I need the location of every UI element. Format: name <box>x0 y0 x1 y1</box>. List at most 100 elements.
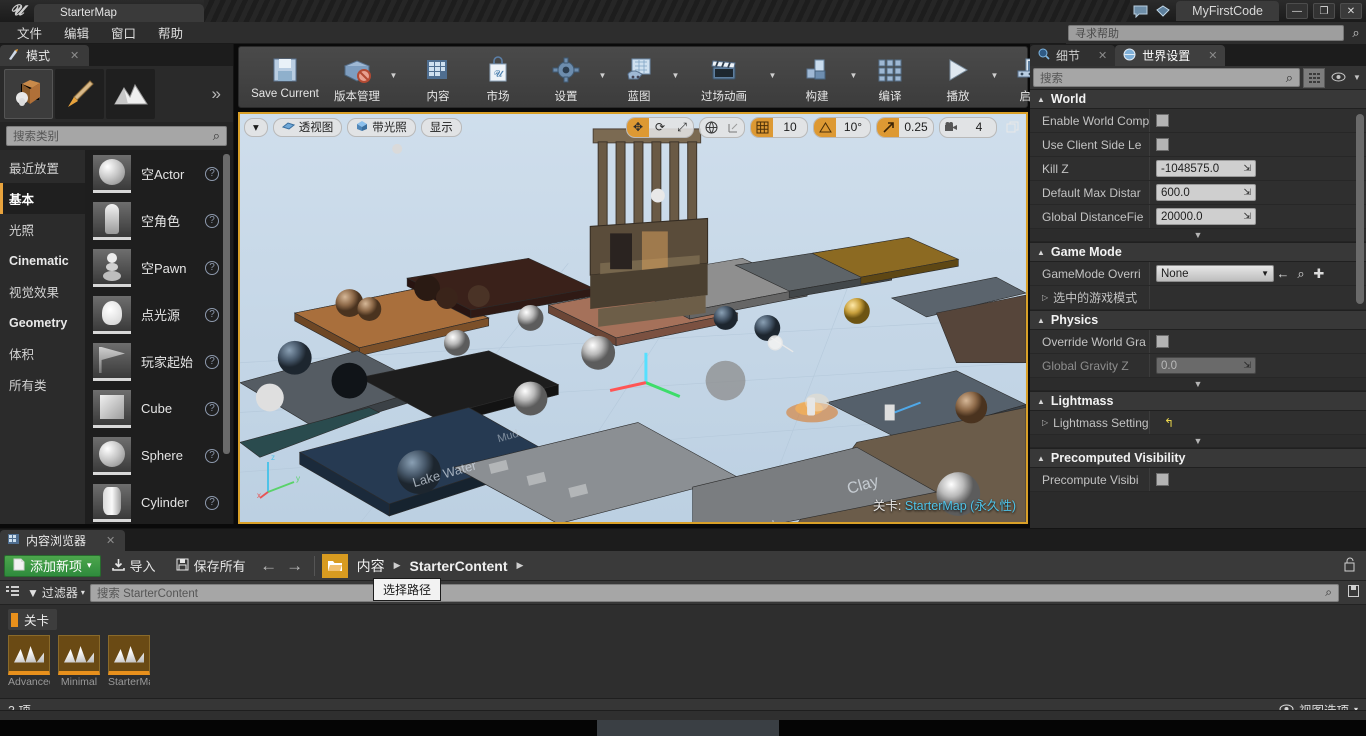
toolbar-play[interactable]: 播放 <box>928 49 988 105</box>
title-bar-drag-area[interactable] <box>204 0 1130 22</box>
section-physics[interactable]: ▲ Physics <box>1030 310 1366 330</box>
tab-modes[interactable]: 模式 ✕ <box>0 45 89 66</box>
list-item[interactable]: 玩家起始 ? <box>85 338 233 385</box>
category-lights[interactable]: 光照 <box>0 214 85 245</box>
checkbox[interactable] <box>1156 138 1169 151</box>
toolbar-marketplace[interactable]: 𝓤 市场 <box>468 49 528 105</box>
toolbar-save-current[interactable]: Save Current <box>243 49 327 105</box>
property-row[interactable]: Global Gravity Z 0.0 ⇲ <box>1030 354 1366 378</box>
viewport-show-menu-button[interactable]: 显示 <box>421 118 462 137</box>
world-coords-button[interactable] <box>700 117 722 138</box>
browse-asset-button[interactable]: ⌕ <box>1292 266 1310 282</box>
close-icon[interactable]: ✕ <box>1208 49 1217 62</box>
menu-window[interactable]: 窗口 <box>100 21 147 44</box>
chevron-down-icon[interactable]: ▼ <box>766 49 779 105</box>
save-search-icon[interactable] <box>1344 585 1362 600</box>
spinner-icon[interactable]: ⇲ <box>1243 163 1251 174</box>
translate-gizmo-button[interactable]: ✥ <box>627 117 649 138</box>
new-asset-button[interactable]: ✚ <box>1310 266 1328 282</box>
toolbar-blueprints[interactable]: 蓝图 <box>609 49 669 105</box>
property-row[interactable]: Kill Z -1048575.0 ⇲ <box>1030 157 1366 181</box>
list-item[interactable]: 点光源 ? <box>85 291 233 338</box>
toolbar-compile[interactable]: 编译 <box>860 49 920 105</box>
spinner-icon[interactable]: ⇲ <box>1243 211 1251 222</box>
breadcrumb-content[interactable]: 内容 <box>350 556 392 576</box>
content-browser-search-input[interactable]: 搜索 StarterContent ⌕ <box>90 584 1339 602</box>
toolbar-build[interactable]: 构建 <box>787 49 847 105</box>
placeable-list-scrollbar[interactable] <box>223 154 230 454</box>
section-lightmass[interactable]: ▲ Lightmass <box>1030 391 1366 411</box>
list-item[interactable]: 空角色 ? <box>85 197 233 244</box>
checkbox[interactable] <box>1156 114 1169 127</box>
category-visual-effects[interactable]: 视觉效果 <box>0 276 85 307</box>
forward-button[interactable]: → <box>283 556 307 576</box>
local-coords-button[interactable] <box>722 117 744 138</box>
property-row[interactable]: Override World Gra <box>1030 330 1366 354</box>
visibility-eye-icon[interactable] <box>1328 71 1348 85</box>
toolbar-settings[interactable]: 设置 <box>536 49 596 105</box>
chevron-down-icon[interactable]: ▼ <box>387 49 400 105</box>
section-world[interactable]: ▲ World <box>1030 89 1366 109</box>
help-icon[interactable]: ? <box>205 308 219 322</box>
add-new-button[interactable]: 添加新项 ▾ <box>4 555 101 577</box>
viewport-view-mode-button[interactable]: 带光照 <box>347 118 416 137</box>
details-scrollbar[interactable] <box>1356 114 1364 304</box>
grid-icon[interactable] <box>751 117 773 138</box>
section-precomputed-visibility[interactable]: ▲ Precomputed Visibility <box>1030 448 1366 468</box>
help-search-input[interactable]: 寻求帮助 <box>1068 25 1344 41</box>
chat-bubble-icon[interactable] <box>1130 2 1150 20</box>
menu-help[interactable]: 帮助 <box>147 21 194 44</box>
list-item[interactable]: Cylinder ? <box>85 479 233 524</box>
property-matrix-icon[interactable] <box>1303 68 1325 88</box>
scale-gizmo-button[interactable]: ⤢ <box>671 117 693 138</box>
gamemode-override-dropdown[interactable]: None ▼ <box>1156 265 1274 282</box>
category-cinematic[interactable]: Cinematic <box>0 245 85 276</box>
category-geometry[interactable]: Geometry <box>0 307 85 338</box>
modes-search-input[interactable]: 搜索类别 ⌕ <box>6 126 227 146</box>
unlocked-icon[interactable] <box>1343 557 1362 575</box>
property-row[interactable]: GameMode Overri None ▼ ← ⌕ ✚ <box>1030 262 1366 286</box>
grid-snap-value[interactable]: 10 <box>773 117 807 138</box>
tab-content-browser[interactable]: 内容浏览器 ✕ <box>0 530 125 551</box>
save-all-button[interactable]: 保存所有 <box>167 555 255 577</box>
asset-tile[interactable]: StarterMap <box>108 635 150 688</box>
help-icon[interactable]: ? <box>205 214 219 228</box>
chevron-down-icon[interactable]: ▼ <box>988 49 1001 105</box>
section-game-mode[interactable]: ▲ Game Mode <box>1030 242 1366 262</box>
breadcrumb-startercontent[interactable]: StarterContent <box>403 558 515 574</box>
breadcrumb-separator-icon[interactable]: ▶ <box>517 560 524 571</box>
expand-modes-icon[interactable]: » <box>212 84 229 104</box>
list-item[interactable]: Cube ? <box>85 385 233 432</box>
close-icon[interactable]: ✕ <box>1098 49 1107 62</box>
level-viewport[interactable]: Lake Water Clay Brick Beveled Clay Mud M… <box>238 112 1028 524</box>
global-distancefield-input[interactable]: 20000.0 ⇲ <box>1156 208 1256 225</box>
expand-physics-section[interactable]: ▼ <box>1030 378 1366 391</box>
import-button[interactable]: 导入 <box>103 555 165 577</box>
default-max-distance-input[interactable]: 600.0 ⇲ <box>1156 184 1256 201</box>
asset-tile[interactable]: Advanced <box>8 635 50 688</box>
landscape-mode-icon[interactable] <box>106 69 155 119</box>
expand-lightmass-section[interactable]: ▼ <box>1030 435 1366 448</box>
folder-open-icon[interactable] <box>322 554 348 578</box>
filters-button[interactable]: ▼ 过滤器 ▾ <box>27 584 85 601</box>
help-icon[interactable]: ? <box>205 355 219 369</box>
horizontal-scrollbar[interactable] <box>0 710 1366 720</box>
property-row[interactable]: Global DistanceFie 20000.0 ⇲ <box>1030 205 1366 229</box>
help-icon[interactable]: ? <box>205 496 219 510</box>
property-row[interactable]: Use Client Side Le <box>1030 133 1366 157</box>
category-basic[interactable]: 基本 <box>0 183 85 214</box>
property-row[interactable]: 选中的游戏模式 <box>1030 286 1366 310</box>
property-row[interactable]: Precompute Visibi <box>1030 468 1366 492</box>
tab-details[interactable]: 细节 ✕ <box>1030 45 1115 66</box>
toolbar-cinematics[interactable]: 过场动画 <box>682 49 766 105</box>
toolbar-source-control[interactable]: 版本管理 <box>327 49 387 105</box>
category-volumes[interactable]: 体积 <box>0 338 85 369</box>
scale-snap-value[interactable]: 0.25 <box>899 117 933 138</box>
help-icon[interactable]: ? <box>205 167 219 181</box>
help-icon[interactable]: ? <box>205 402 219 416</box>
taskbar-active-window[interactable] <box>597 720 779 736</box>
spinner-icon[interactable]: ⇲ <box>1243 187 1251 198</box>
restore-button[interactable]: ❐ <box>1313 3 1335 19</box>
scale-arrow-icon[interactable] <box>877 117 899 138</box>
angle-snap-value[interactable]: 10° <box>836 117 870 138</box>
